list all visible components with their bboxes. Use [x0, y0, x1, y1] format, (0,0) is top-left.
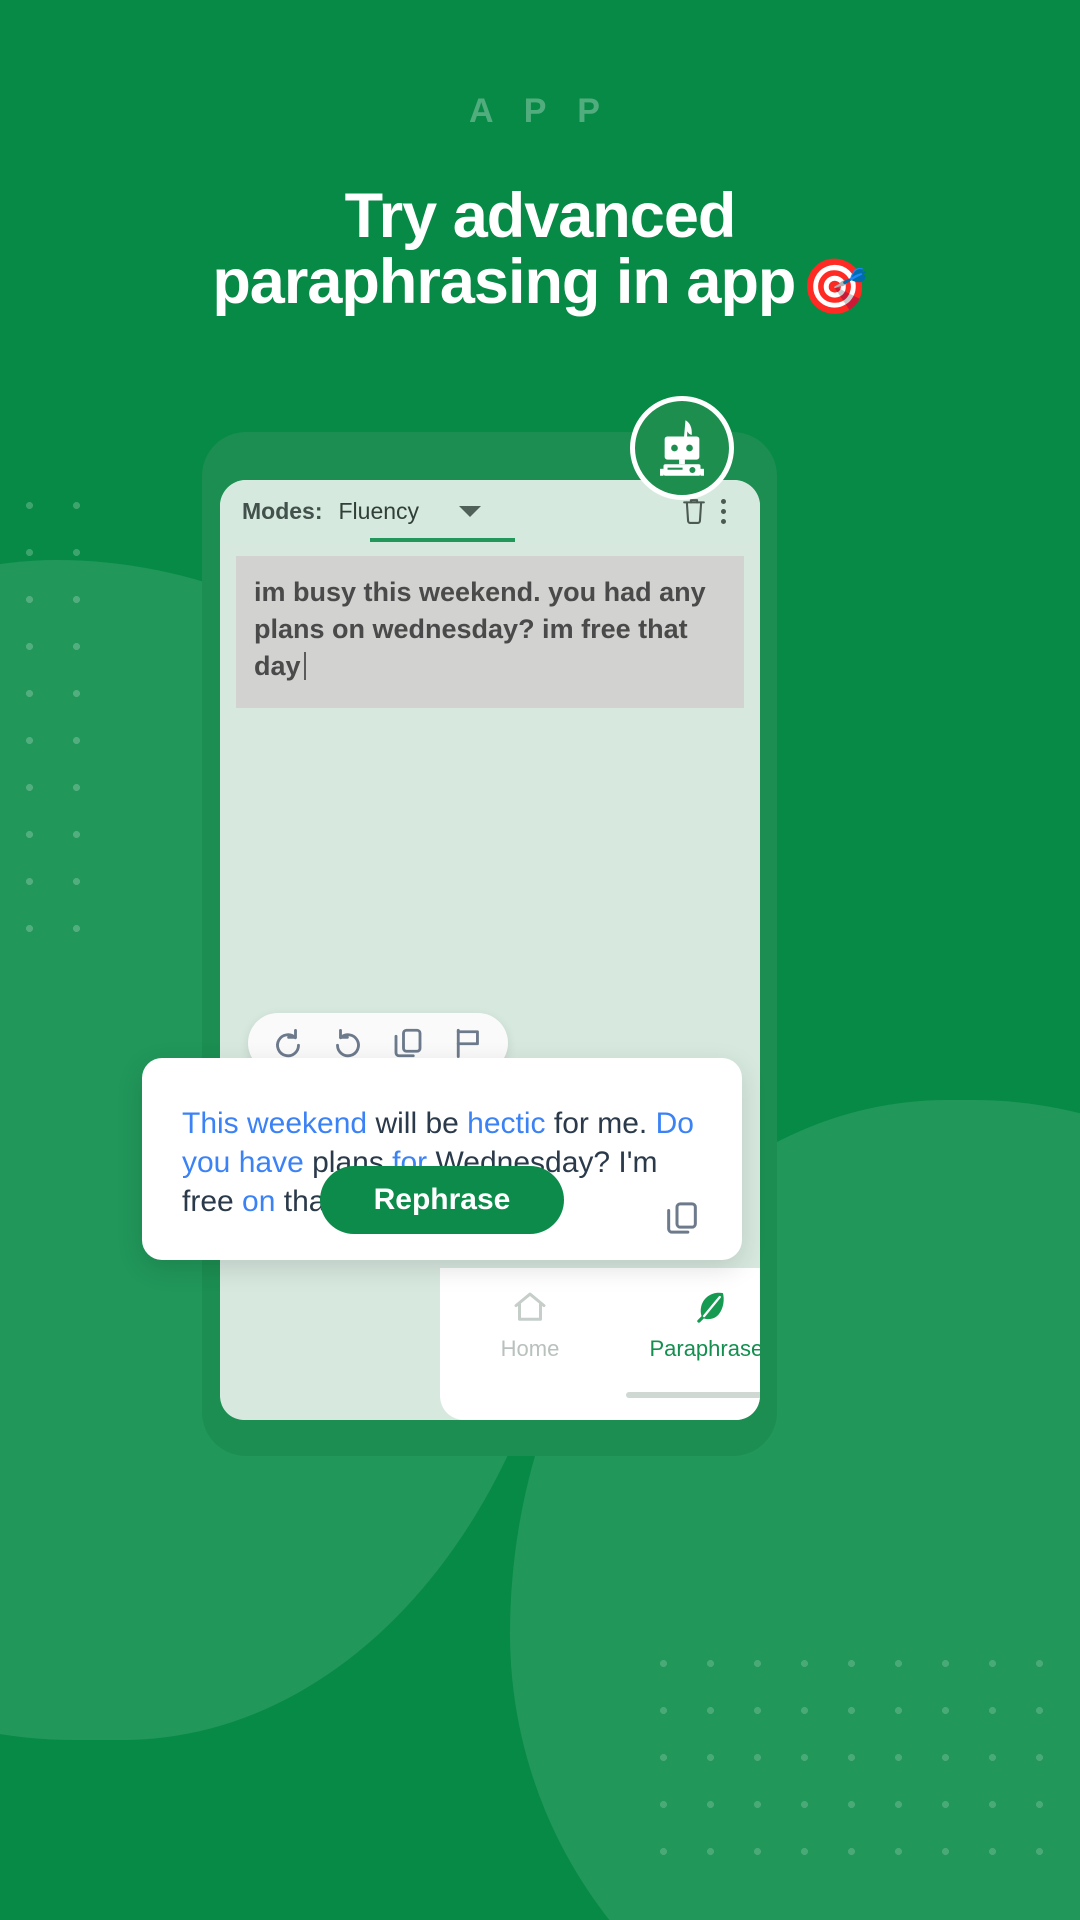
feather-icon — [697, 1292, 724, 1323]
nav-item-paraphraser[interactable]: Paraphraser — [635, 1286, 760, 1362]
input-area: im busy this weekend. you had any plans … — [220, 542, 760, 708]
phone-screen: Modes: Fluency im busy this weekend. you… — [220, 480, 760, 1420]
headline-line-2: paraphrasing in app — [212, 247, 796, 318]
text-cursor — [303, 651, 306, 680]
nav-item-home[interactable]: Home — [455, 1286, 605, 1362]
source-text-input[interactable]: im busy this weekend. you had any plans … — [236, 556, 744, 708]
target-emoji-icon: 🎯 — [801, 257, 868, 318]
chevron-down-icon[interactable] — [459, 505, 482, 517]
output-text-segment: for me. — [545, 1107, 656, 1140]
modes-label: Modes: — [242, 497, 323, 524]
undo-icon[interactable] — [270, 1025, 306, 1061]
copy-icon[interactable] — [390, 1025, 426, 1061]
copy-result-button[interactable] — [662, 1198, 702, 1238]
dot-grid-bottom — [640, 1640, 1080, 1890]
redo-icon[interactable] — [330, 1025, 366, 1061]
nav-label-paraphraser: Paraphraser — [649, 1336, 760, 1361]
paraphrase-result-card: This weekend will be hectic for me. Do y… — [142, 1058, 742, 1260]
headline-line-1: Try advanced — [344, 181, 737, 251]
card-footer: Rephrase — [142, 1166, 742, 1234]
mode-select-value[interactable]: Fluency — [339, 498, 420, 525]
mode-underline — [370, 538, 515, 542]
copy-icon — [667, 1202, 697, 1234]
rephrase-button[interactable]: Rephrase — [319, 1166, 565, 1234]
flag-icon[interactable] — [450, 1025, 486, 1061]
home-indicator — [626, 1392, 760, 1398]
highlighted-word: hectic — [467, 1107, 546, 1140]
page-title: Try advanced paraphrasing in app 🎯 — [0, 183, 1080, 316]
bottom-navigation: Home Paraphraser Settings — [440, 1268, 760, 1420]
output-text-segment: will be — [367, 1107, 468, 1140]
nav-label-home: Home — [500, 1336, 560, 1361]
highlighted-word: This weekend — [182, 1107, 368, 1140]
header: A P P Try advanced paraphrasing in app 🎯 — [0, 0, 1080, 316]
robot-quill-avatar-icon[interactable] — [630, 396, 734, 500]
eyebrow-label: A P P — [469, 92, 611, 130]
source-text-value: im busy this weekend. you had any plans … — [254, 577, 706, 681]
home-icon — [514, 1292, 546, 1321]
dot-grid-left — [6, 482, 116, 952]
kebab-menu-icon[interactable] — [709, 498, 738, 524]
